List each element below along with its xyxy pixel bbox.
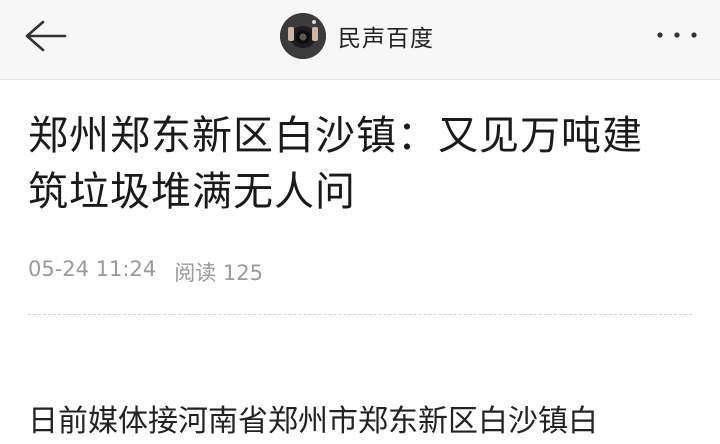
- avatar: [280, 13, 326, 59]
- publish-time: 05-24 11:24: [28, 257, 157, 281]
- more-dots-icon: [657, 32, 697, 38]
- author-name: 民声百度: [338, 26, 434, 52]
- back-button[interactable]: [14, 14, 74, 58]
- article-body: 日前媒体接河南省郑州市郑东新区白沙镇白: [28, 404, 598, 439]
- more-button[interactable]: [652, 20, 702, 50]
- article-title: 郑州郑东新区白沙镇：又见万吨建筑垃圾堆满无人问: [28, 113, 643, 215]
- read-count: 阅读 125: [174, 261, 263, 285]
- top-bar: 民声百度: [0, 0, 720, 80]
- arrow-left-icon: [25, 20, 67, 52]
- article-meta: 05-24 11:24 阅读 125: [28, 257, 263, 287]
- author-profile[interactable]: 民声百度: [280, 12, 434, 60]
- dashed-divider: [28, 314, 692, 315]
